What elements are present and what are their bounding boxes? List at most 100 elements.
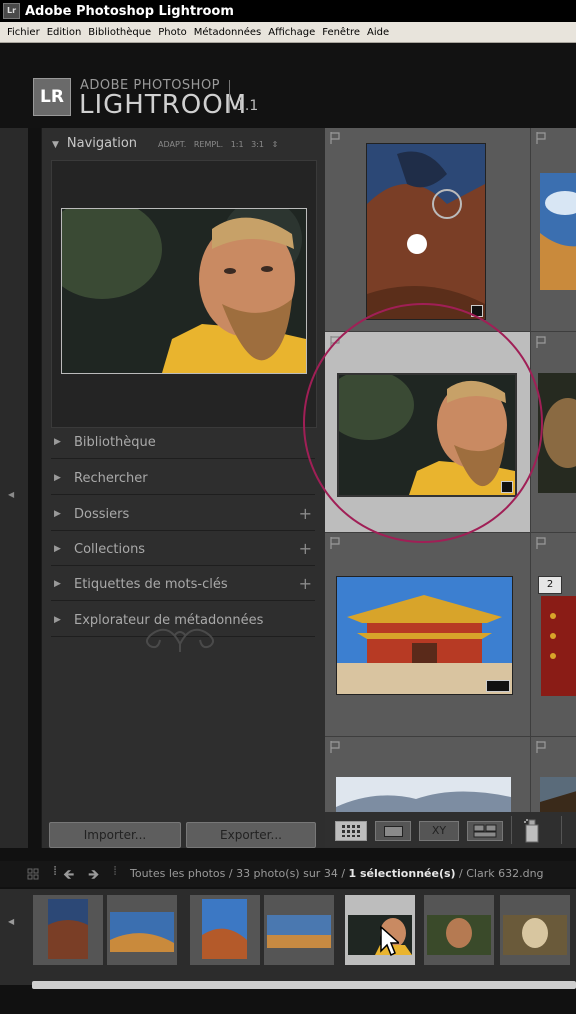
painter-tool-button[interactable] [522, 817, 542, 843]
loupe-view-icon [384, 826, 403, 837]
thumbnail[interactable] [337, 373, 517, 497]
app-icon: Lr [3, 3, 20, 19]
section-collections[interactable]: ▶ Collections + [51, 535, 315, 566]
section-bibliotheque[interactable]: ▶ Bibliothèque [51, 428, 315, 459]
lightroom-logo: LR [33, 78, 71, 116]
thumbnail[interactable] [366, 143, 486, 320]
section-rechercher[interactable]: ▶ Rechercher [51, 464, 315, 495]
add-keyword-button[interactable]: + [299, 574, 312, 593]
edited-badge-icon [501, 481, 513, 493]
compare-view-button[interactable]: XY [419, 821, 459, 841]
menu-metadonnees[interactable]: Métadonnées [194, 27, 262, 38]
grid-cell[interactable] [325, 737, 531, 812]
mouse-cursor-icon [380, 925, 399, 957]
collapse-triangle-icon: ▼ [52, 140, 59, 150]
panel-end-ornament [130, 614, 230, 654]
version-label: 1.1 [236, 98, 259, 114]
grid-cell[interactable]: 2 [531, 533, 576, 737]
thumbnail[interactable] [540, 173, 576, 290]
filmstrip: ◀ [0, 889, 576, 985]
flag-icon[interactable] [536, 537, 546, 549]
grid-cell-selected[interactable] [325, 332, 531, 533]
flag-icon[interactable] [330, 741, 340, 753]
selected-filename: / Clark 632.dng [455, 867, 544, 880]
thumbnail[interactable] [540, 777, 576, 812]
toolbar-divider [561, 816, 562, 844]
menu-aide[interactable]: Aide [367, 27, 389, 38]
expand-triangle-icon: ▶ [54, 579, 61, 589]
back-arrow-icon[interactable]: 🡸 [63, 864, 74, 888]
separator-icon: ⁞ [53, 864, 58, 879]
survey-view-button[interactable] [467, 821, 503, 841]
library-grid: 2 [325, 128, 576, 812]
edited-badge-icon [471, 305, 483, 317]
left-panel-toggle[interactable]: ◀ [0, 128, 28, 848]
grid-cell[interactable] [325, 533, 531, 737]
menu-bibliotheque[interactable]: Bibliothèque [88, 27, 151, 38]
filmstrip-thumb[interactable] [190, 895, 260, 965]
stack-count-badge[interactable]: 2 [538, 576, 562, 594]
grid-view-button[interactable] [335, 821, 367, 841]
loupe-view-button[interactable] [375, 821, 411, 841]
menu-photo[interactable]: Photo [158, 27, 187, 38]
filmstrip-thumb-selected[interactable] [345, 895, 415, 965]
thumbnail[interactable] [336, 777, 511, 812]
flag-icon[interactable] [536, 132, 546, 144]
add-collection-button[interactable]: + [299, 539, 312, 558]
export-button[interactable]: Exporter... [186, 822, 316, 848]
import-button[interactable]: Importer... [49, 822, 181, 848]
menu-bar: Fichier Edition Bibliothèque Photo Métad… [0, 22, 576, 43]
filmstrip-thumb[interactable] [33, 895, 103, 965]
menu-fenetre[interactable]: Fenêtre [322, 27, 360, 38]
filmstrip-scrollbar[interactable] [32, 981, 576, 989]
navigator-header[interactable]: ▼ Navigation [52, 136, 137, 151]
filmstrip-thumb[interactable] [107, 895, 177, 965]
expand-triangle-icon: ▶ [54, 509, 61, 519]
zoom-fill[interactable]: REMPL. [194, 140, 223, 149]
zoom-fit[interactable]: ADAPT. [158, 140, 186, 149]
filmstrip-thumb[interactable] [500, 895, 570, 965]
grid-cell[interactable] [325, 128, 531, 332]
separator-icon: ⁞ [113, 864, 118, 879]
flag-icon[interactable] [330, 132, 340, 144]
survey-view-icon [473, 824, 497, 838]
thumbnail[interactable] [538, 373, 576, 493]
menu-affichage[interactable]: Affichage [268, 27, 315, 38]
flag-icon[interactable] [536, 336, 546, 348]
expand-triangle-icon: ▶ [54, 437, 61, 447]
section-label: Etiquettes de mots-clés [74, 577, 228, 592]
brand-line-2: LIGHTROOM [79, 90, 248, 120]
selection-count: 1 sélectionnée(s) [348, 867, 456, 880]
spray-can-icon [524, 819, 539, 843]
grid-view-icon [342, 825, 360, 837]
menu-edition[interactable]: Edition [47, 27, 82, 38]
add-folder-button[interactable]: + [299, 504, 312, 523]
filmstrip-header: ⁞ 🡸 🡺 ⁞ Toutes les photos / 33 photo(s) … [0, 861, 576, 887]
lightroom-window: Lr Adobe Photoshop Lightroom Fichier Edi… [0, 0, 576, 1014]
thumbnail[interactable] [336, 576, 513, 695]
filmstrip-thumb[interactable] [264, 895, 334, 965]
grid-small-icon[interactable] [27, 868, 39, 880]
zoom-dropdown-icon[interactable]: ⇕ [272, 140, 279, 149]
section-label: Rechercher [74, 471, 148, 486]
flag-icon[interactable] [536, 741, 546, 753]
expand-triangle-icon: ▶ [54, 544, 61, 554]
window-title: Adobe Photoshop Lightroom [25, 3, 234, 19]
navigator-preview-image[interactable] [61, 208, 307, 374]
grid-cell[interactable] [531, 128, 576, 332]
zoom-1-1[interactable]: 1:1 [231, 140, 244, 149]
thumbnail[interactable] [541, 596, 576, 696]
menu-fichier[interactable]: Fichier [7, 27, 40, 38]
flag-icon[interactable] [330, 336, 340, 348]
forward-arrow-icon[interactable]: 🡺 [88, 864, 99, 888]
section-etiquettes[interactable]: ▶ Etiquettes de mots-clés + [51, 570, 315, 601]
section-dossiers[interactable]: ▶ Dossiers + [51, 500, 315, 531]
filmstrip-thumb[interactable] [424, 895, 494, 965]
flag-icon[interactable] [330, 537, 340, 549]
scroll-left-icon[interactable]: ◀ [8, 917, 14, 926]
grid-cell[interactable] [531, 332, 576, 533]
navigator-title: Navigation [66, 136, 138, 151]
zoom-3-1[interactable]: 3:1 [251, 140, 264, 149]
filmstrip-source-path[interactable]: Toutes les photos / 33 photo(s) sur 34 /… [130, 867, 544, 880]
grid-cell[interactable] [531, 737, 576, 812]
